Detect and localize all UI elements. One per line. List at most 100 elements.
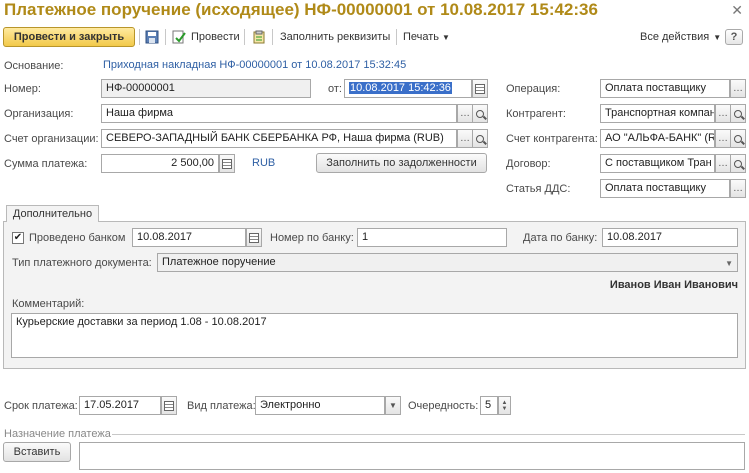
contract-field[interactable]: С поставщиком Тран [600,154,715,173]
doc-type-value: Платежное поручение [162,256,276,268]
basis-link[interactable]: Приходная накладная НФ-00000001 от 10.08… [103,59,406,71]
post-button[interactable]: Провести [172,27,240,47]
counterparty-field[interactable]: Транспортная компан [600,104,715,123]
calendar-icon [249,232,259,243]
save-icon [145,30,159,44]
operation-field[interactable]: Оплата поставщику [600,79,730,98]
toolbar-divider [139,29,140,45]
org-field[interactable]: Наша фирма [101,104,457,123]
paid-by-bank-checkbox[interactable]: ✔ [12,232,24,244]
search-icon [734,109,742,118]
priority-stepper[interactable]: ▲ ▼ [498,396,511,415]
save-button[interactable] [145,27,159,47]
chevron-down-icon: ▼ [442,32,450,42]
operation-label: Операция: [506,83,561,95]
cp-account-label: Счет контрагента: [506,133,598,145]
bank-number-field[interactable]: 1 [357,228,507,247]
help-button[interactable]: ? [725,29,743,45]
purpose-group-label: Назначение платежа [4,428,111,440]
dds-field[interactable]: Оплата поставщику [600,179,730,198]
comment-label: Комментарий: [12,298,85,310]
insert-button[interactable]: Вставить [3,442,71,462]
bank-date-label: Дата по банку: [523,232,598,244]
purpose-field[interactable] [79,442,745,470]
responsible-name: Иванов Иван Иванович [609,279,738,291]
calendar-icon [164,400,174,411]
toolbar-divider [244,29,245,45]
window-title: Платежное поручение (исходящее) НФ-00000… [4,0,598,19]
sum-field[interactable]: 2 500,00 [101,154,219,173]
chevron-down-icon: ▼ [725,259,733,268]
date-label: от: [328,83,342,95]
contract-label: Договор: [506,158,551,170]
fill-details-button[interactable]: Заполнить реквизиты [280,27,390,47]
clipboard-icon [253,30,265,44]
paid-by-bank-date-field[interactable]: 10.08.2017 [132,228,246,247]
priority-field[interactable]: 5 [480,396,498,415]
toolbar-divider [272,29,273,45]
cp-account-field[interactable]: АО "АЛЬФА-БАНК" (R [600,129,715,148]
doc-type-label: Тип платежного документа: [12,257,152,269]
search-icon [476,109,484,118]
kind-dropdown-button[interactable]: ▼ [385,396,401,415]
counterparty-select-button[interactable]: … [715,104,731,123]
paid-date-picker-button[interactable] [246,228,262,247]
org-account-select-button[interactable]: … [457,129,473,148]
number-field[interactable]: НФ-00000001 [101,79,311,98]
cp-account-select-button[interactable]: … [715,129,731,148]
contract-select-button[interactable]: … [715,154,731,173]
sum-label: Сумма платежа: [4,158,88,170]
org-label: Организация: [4,108,74,120]
calculator-button[interactable] [219,154,235,173]
print-label: Печать [403,31,440,43]
post-icon [172,30,186,44]
due-date-field[interactable]: 17.05.2017 [79,396,161,415]
comment-field[interactable]: Курьерские доставки за период 1.08 - 10.… [11,313,738,358]
org-open-button[interactable] [472,104,488,123]
currency-link[interactable]: RUB [252,157,275,169]
chevron-down-icon: ▼ [501,405,508,412]
operation-select-button[interactable]: … [730,79,746,98]
group-divider [112,434,745,435]
date-picker-button[interactable] [472,79,488,98]
cp-account-open-button[interactable] [730,129,746,148]
number-label: Номер: [4,83,41,95]
post-and-close-button[interactable]: Провести и закрыть [3,27,135,47]
close-icon[interactable]: ✕ [731,2,743,19]
chevron-down-icon: ▼ [389,401,397,410]
date-field[interactable]: 10.08.2017 15:42:36 [344,79,472,98]
counterparty-label: Контрагент: [506,108,566,120]
doc-type-field[interactable]: Платежное поручение ▼ [157,253,738,272]
basis-label: Основание: [4,60,64,72]
bank-date-field[interactable]: 10.08.2017 [602,228,738,247]
priority-label: Очередность: [408,400,479,412]
kind-label: Вид платежа: [187,400,256,412]
dds-label: Статья ДДС: [506,183,571,195]
tab-extra[interactable]: Дополнительно [6,205,99,222]
toolbar-divider [165,29,166,45]
kind-field[interactable]: Электронно [255,396,385,415]
due-date-picker-button[interactable] [161,396,177,415]
contract-open-button[interactable] [730,154,746,173]
calendar-icon [475,83,485,94]
chevron-down-icon: ▼ [713,32,722,42]
post-label: Провести [191,31,240,43]
all-actions-label: Все действия [640,31,710,43]
date-value: 10.08.2017 15:42:36 [349,82,452,94]
fill-by-debt-button[interactable]: Заполнить по задолженности [316,153,487,173]
due-label: Срок платежа: [4,400,78,412]
dds-select-button[interactable]: … [730,179,746,198]
all-actions-button[interactable]: Все действия ▼ [640,27,721,47]
search-icon [734,159,742,168]
org-account-field[interactable]: СЕВЕРО-ЗАПАДНЫЙ БАНК СБЕРБАНКА РФ, Наша … [101,129,457,148]
org-account-open-button[interactable] [472,129,488,148]
toolbar-divider [396,29,397,45]
print-button[interactable]: Печать ▼ [403,27,450,47]
journal-button[interactable] [252,27,266,47]
search-icon [476,134,484,143]
paid-by-bank-label: Проведено банком [29,232,126,244]
counterparty-open-button[interactable] [730,104,746,123]
bank-number-label: Номер по банку: [270,232,354,244]
org-select-button[interactable]: … [457,104,473,123]
org-account-label: Счет организации: [4,133,99,145]
